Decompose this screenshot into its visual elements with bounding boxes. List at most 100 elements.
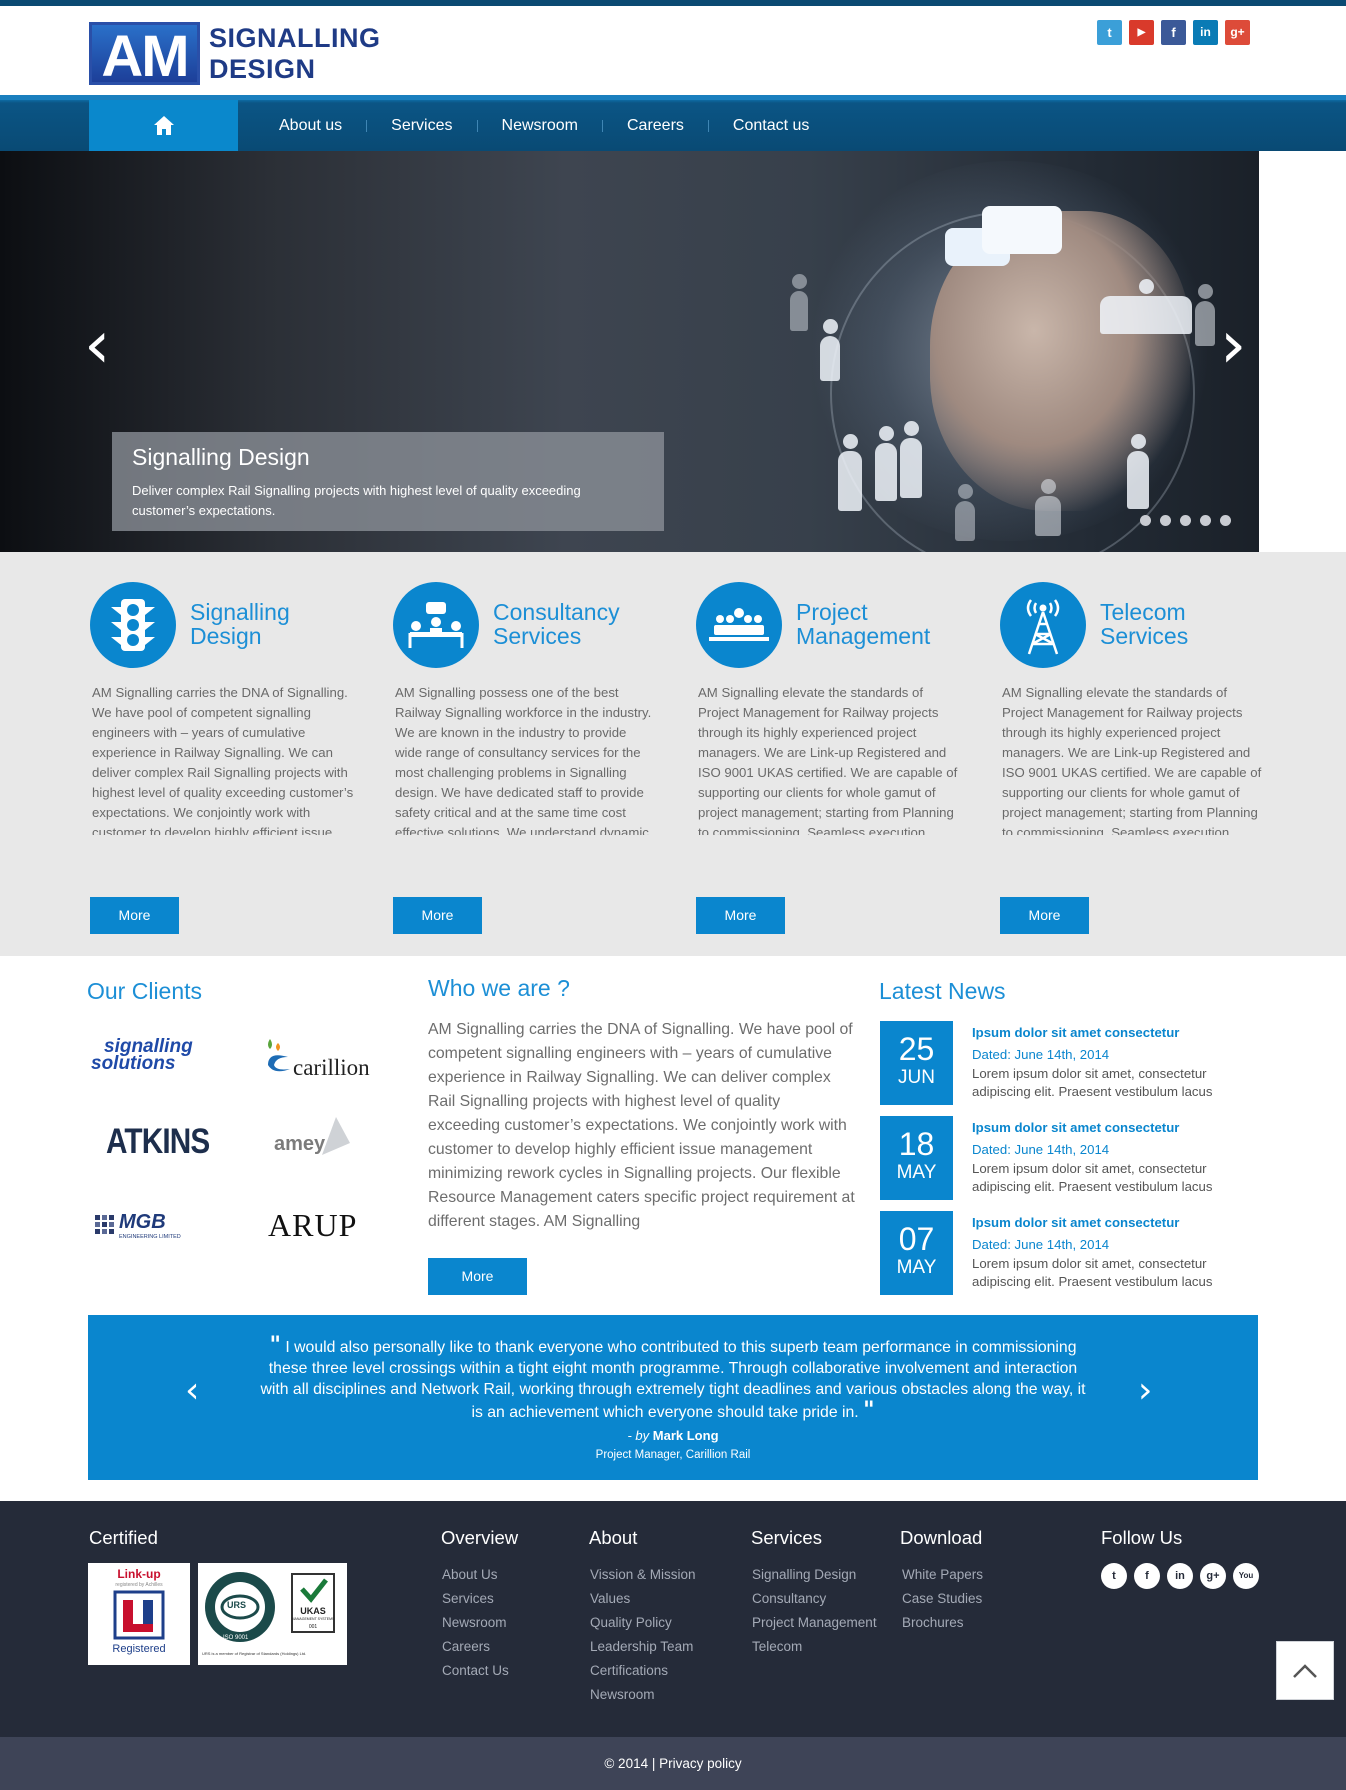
who-more-button[interactable]: More [428,1258,527,1295]
facebook-icon[interactable]: f [1161,20,1186,45]
nav-newsroom[interactable]: Newsroom [478,117,602,135]
client-logo-arup[interactable]: ARUP [268,1207,357,1244]
google-plus-icon[interactable]: g+ [1225,20,1250,45]
news-date-badge: 25 JUN [880,1021,953,1105]
footer-link[interactable]: Careers [442,1635,509,1659]
person-icon [790,274,808,331]
person-icon [1035,479,1061,536]
carillion-mark-icon [268,1039,290,1072]
news-item[interactable]: 07 MAY Ipsum dolor sit amet consectetur … [880,1211,1260,1295]
footer-link[interactable]: Certifications [590,1659,696,1683]
cert-linkup-badge[interactable]: Link-up registered by Achilles Registere… [88,1563,190,1665]
testimonial-next-arrow[interactable]: › [1138,1370,1152,1411]
footer-link[interactable]: White Papers [902,1563,983,1587]
news-month: JUN [898,1067,935,1088]
slide-dot-2[interactable] [1160,515,1171,526]
footer-link[interactable]: Brochures [902,1611,983,1635]
testimonial-by: - by [627,1428,650,1443]
hero-prev-arrow[interactable]: ‹ [84,312,110,378]
copyright-bar[interactable]: © 2014 | Privacy policy [0,1737,1346,1790]
service-title: Telecom Services [1100,600,1188,648]
news-day: 25 [898,1031,935,1067]
footer-link[interactable]: Case Studies [902,1587,983,1611]
slide-dot-5[interactable] [1220,515,1231,526]
person-icon [838,434,862,511]
footer-link[interactable]: Signalling Design [752,1563,877,1587]
client-logo-signalling-solutions[interactable]: signalling solutions [91,1037,193,1073]
footer-link[interactable]: About Us [442,1563,509,1587]
footer-social-links: t f in g+ You [1101,1563,1259,1589]
footer-link[interactable]: Leadership Team [590,1635,696,1659]
footer-link[interactable]: Consultancy [752,1587,877,1611]
footer-link[interactable]: Project Management [752,1611,877,1635]
news-title-link[interactable]: Ipsum dolor sit amet consectetur [972,1025,1179,1040]
main-nav: About us Services Newsroom Careers Conta… [0,95,1346,151]
slide-dot-3[interactable] [1180,515,1191,526]
client-logo-text: carillion [293,1055,370,1080]
linkedin-icon[interactable]: in [1193,20,1218,45]
youtube-icon[interactable]: ▶ [1129,20,1154,45]
footer-link[interactable]: Values [590,1587,696,1611]
speech-bubble-icon [982,206,1062,254]
testimonial-prev-arrow[interactable]: ‹ [185,1370,199,1411]
client-logo-carillion[interactable]: carillion [264,1037,374,1083]
service-description: AM Signalling elevate the standards of P… [1002,685,1262,835]
nav-contact-us[interactable]: Contact us [709,117,833,135]
cert-urs-label: URS [227,1600,247,1610]
hero-caption: Signalling Design Deliver complex Rail S… [112,432,664,531]
ukas-tick-icon [300,1578,328,1603]
footer-link[interactable]: Contact Us [442,1659,509,1683]
google-plus-icon[interactable]: g+ [1200,1563,1226,1589]
testimonial-banner: ‹ › " I would also personally like to th… [88,1315,1258,1480]
service-more-button[interactable]: More [1000,897,1089,934]
testimonial-quote: " I would also personally like to thank … [253,1334,1093,1423]
news-date-badge: 07 MAY [880,1211,953,1295]
twitter-icon[interactable]: t [1101,1563,1127,1589]
hero-next-arrow[interactable]: › [1220,312,1246,378]
service-more-button[interactable]: More [393,897,482,934]
cert-iso-ukas-badge[interactable]: URS ISO 9001 UKAS MANAGEMENT SYSTEMS 001… [198,1563,347,1665]
client-logo-amey[interactable]: amey [274,1113,354,1163]
who-description: AM Signalling carries the DNA of Signall… [428,1021,855,1230]
news-excerpt: Lorem ipsum dolor sit amet, consectetur … [972,1066,1213,1099]
who-heading: Who we are ? [428,975,570,1001]
footer-about-heading: About [589,1527,638,1548]
news-day: 18 [898,1126,935,1162]
news-title-link[interactable]: Ipsum dolor sit amet consectetur [972,1120,1179,1135]
client-logo-mgb[interactable]: MGB ENGINEERING LIMITED [95,1211,205,1241]
logo-line-2: DESIGN [209,53,316,84]
service-more-button[interactable]: More [90,897,179,934]
service-more-button[interactable]: More [696,897,785,934]
facebook-icon[interactable]: f [1134,1563,1160,1589]
testimonial-quote-text: I would also personally like to thank ev… [260,1339,1086,1421]
service-title-line: Management [796,623,931,649]
logo-text: SIGNALLING DESIGN [209,23,381,85]
back-to-top-button[interactable] [1276,1641,1334,1700]
footer-download-links: White Papers Case Studies Brochures [902,1563,983,1635]
footer-link[interactable]: Quality Policy [590,1611,696,1635]
footer-link[interactable]: Services [442,1587,509,1611]
nav-services[interactable]: Services [367,117,476,135]
youtube-icon[interactable]: You [1233,1563,1259,1589]
news-item[interactable]: 18 MAY Ipsum dolor sit amet consectetur … [880,1116,1260,1200]
footer-link[interactable]: Telecom [752,1635,877,1659]
meeting-icon [393,582,479,668]
person-icon [955,484,975,541]
hero-caption-text: Deliver complex Rail Signalling projects… [132,483,581,518]
linkedin-icon[interactable]: in [1167,1563,1193,1589]
cert-linkup-subtitle: registered by Achilles [115,1582,163,1588]
news-title-link[interactable]: Ipsum dolor sit amet consectetur [972,1215,1179,1230]
footer-link[interactable]: Newsroom [442,1611,509,1635]
client-logo-atkins[interactable]: ATKINS [106,1122,210,1162]
footer-services-heading: Services [751,1527,822,1548]
site-logo[interactable]: AM SIGNALLING DESIGN [89,22,381,88]
slide-dot-1[interactable] [1140,515,1151,526]
footer-link[interactable]: Newsroom [590,1683,696,1707]
news-item[interactable]: 25 JUN Ipsum dolor sit amet consectetur … [880,1021,1260,1105]
nav-about-us[interactable]: About us [255,117,366,135]
slide-dot-4[interactable] [1200,515,1211,526]
nav-careers[interactable]: Careers [603,117,708,135]
footer-link[interactable]: Vission & Mission [590,1563,696,1587]
nav-home[interactable] [89,100,238,151]
twitter-icon[interactable]: t [1097,20,1122,45]
